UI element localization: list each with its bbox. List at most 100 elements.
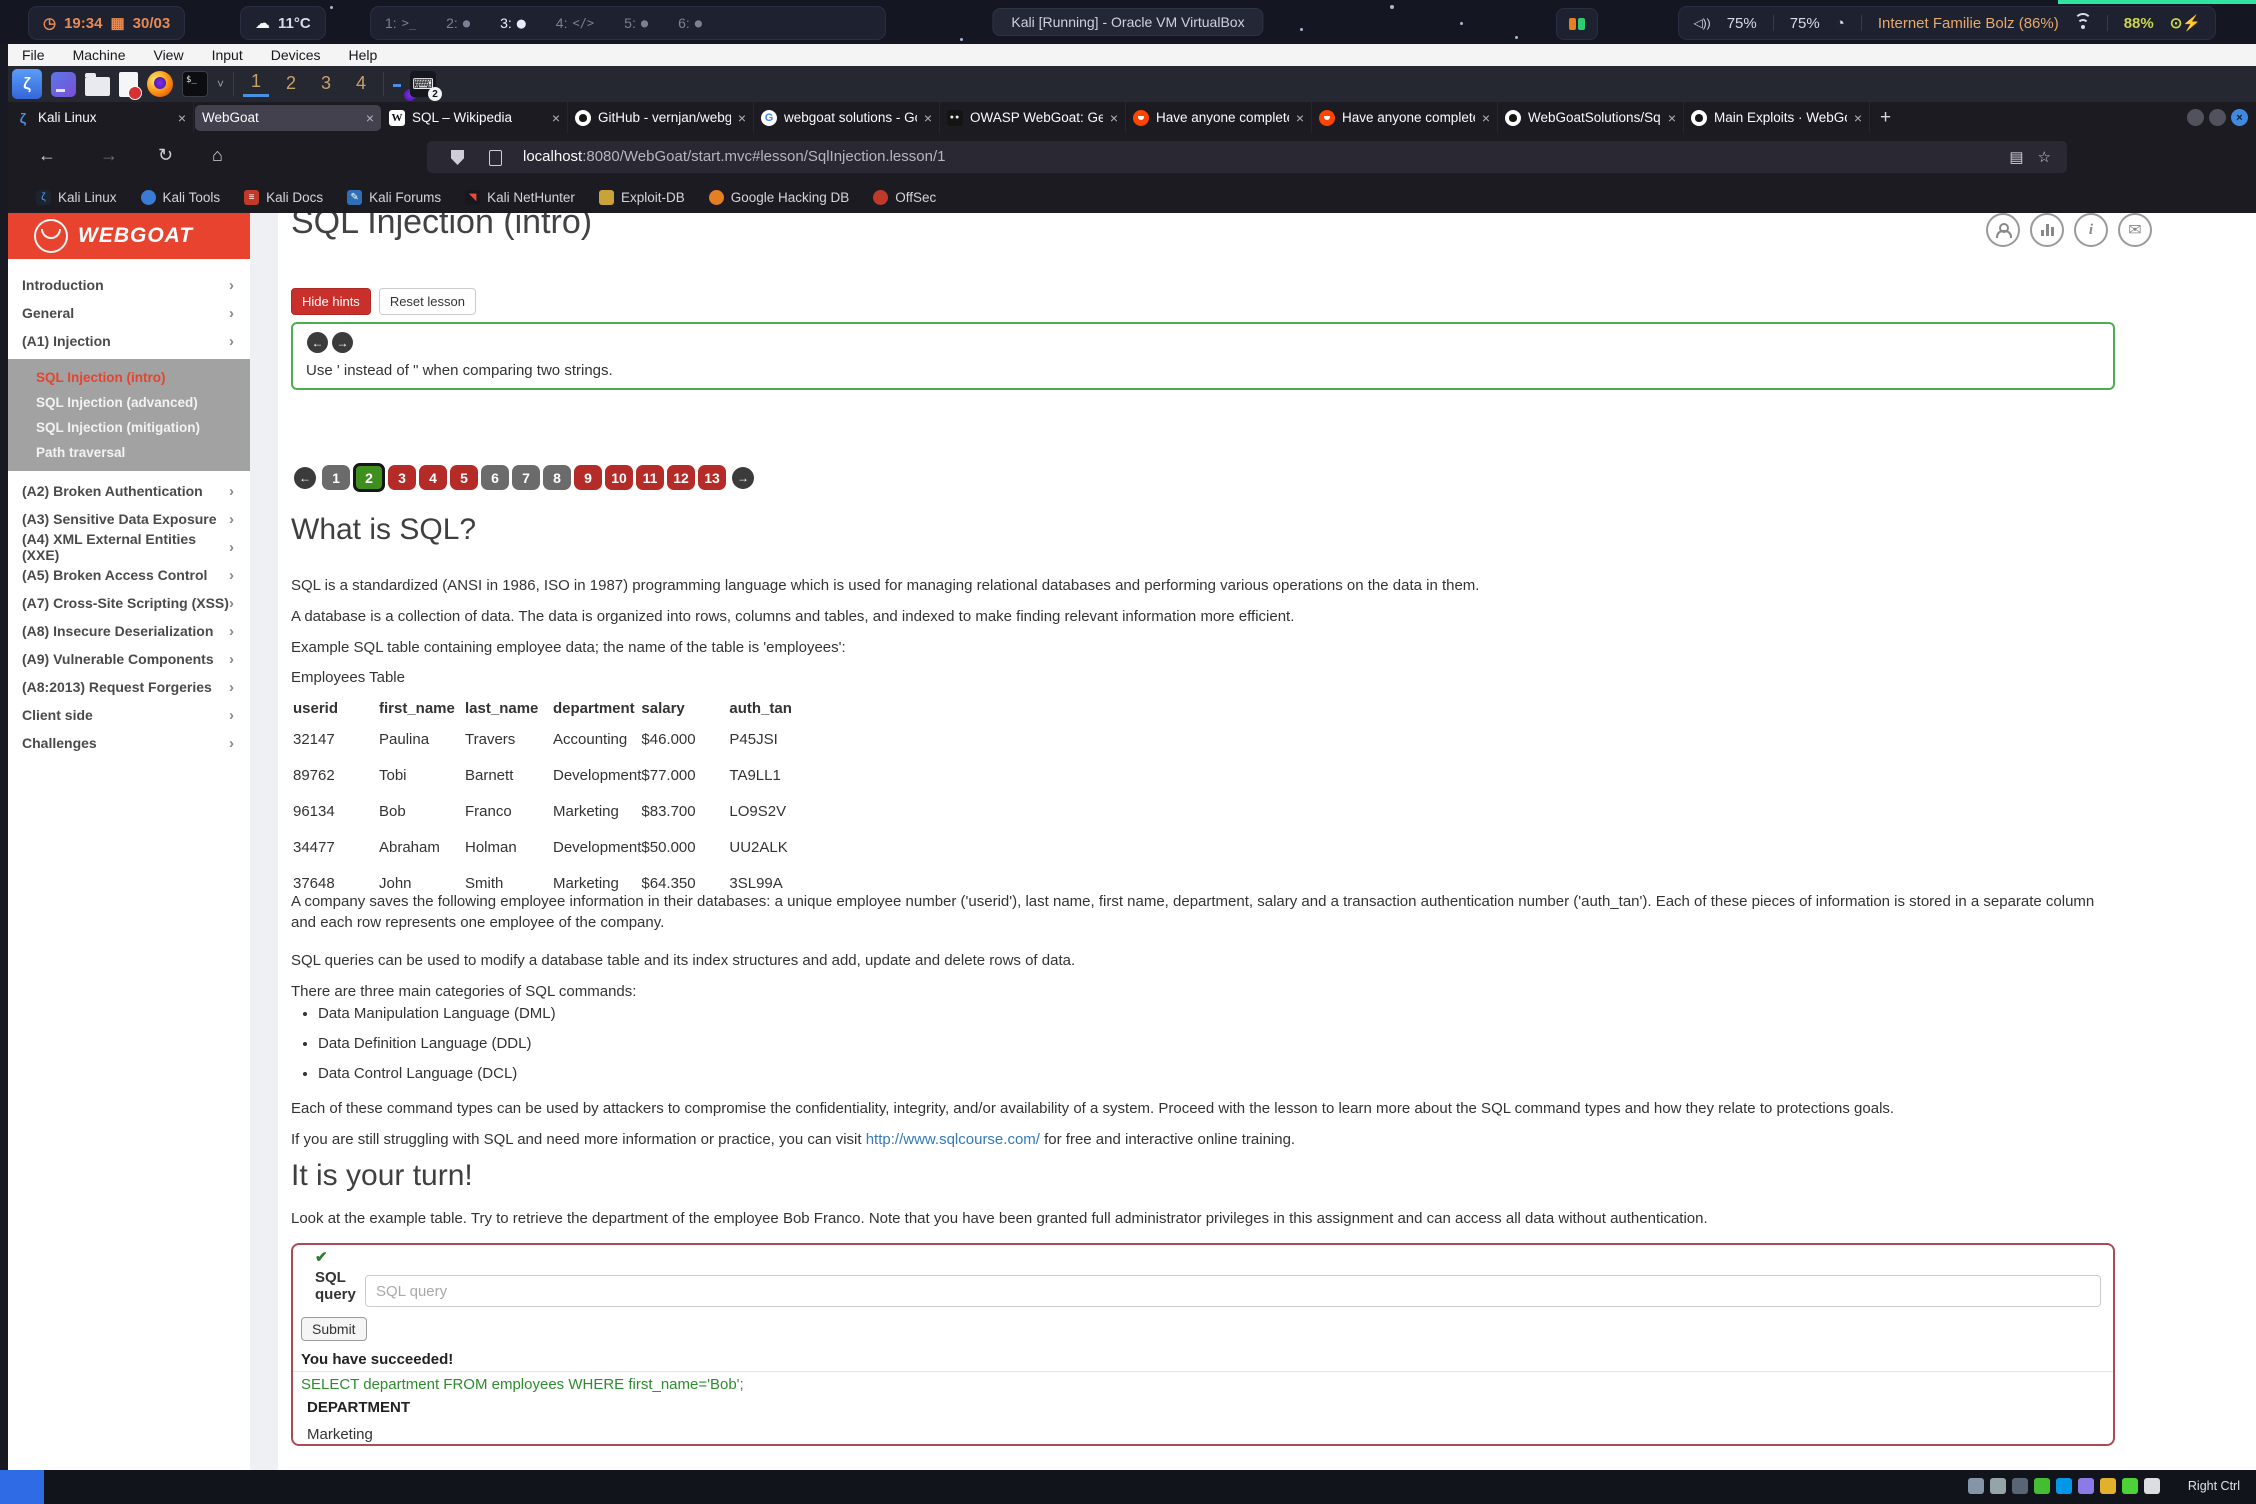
close-icon[interactable]: × [366, 110, 374, 126]
close-icon[interactable]: × [1296, 110, 1304, 126]
usb-icon[interactable] [2056, 1478, 2072, 1494]
forward-icon[interactable]: → [100, 145, 118, 166]
vm-workspace-4[interactable]: 4 [348, 73, 374, 96]
reset-lesson-button[interactable]: Reset lesson [379, 288, 476, 315]
sidebar-item-challenges[interactable]: Challenges› [8, 729, 250, 757]
workspace-1[interactable]: 1: >_ [385, 15, 416, 31]
hide-hints-button[interactable]: Hide hints [291, 288, 371, 315]
tab-google-search[interactable]: G webgoat solutions - Go × [754, 102, 940, 133]
keyboard-app-task[interactable]: ⌨ 2 [410, 71, 436, 97]
address-bar[interactable]: localhost:8080/WebGoat/start.mvc#lesson/… [427, 141, 2067, 173]
sidebar-item-a3-sensitive-data[interactable]: (A3) Sensitive Data Exposure› [8, 505, 250, 533]
close-icon[interactable]: × [178, 110, 186, 126]
workspace-6[interactable]: 6: ● [678, 15, 702, 31]
sql-query-input[interactable] [365, 1275, 2101, 1307]
close-icon[interactable]: × [1482, 110, 1490, 126]
firefox-launcher-icon[interactable] [147, 71, 173, 97]
reload-icon[interactable]: ↻ [158, 145, 173, 166]
mail-icon[interactable]: ✉ [2118, 213, 2152, 247]
tab-sql-wikipedia[interactable]: W SQL – Wikipedia × [382, 102, 568, 133]
bookmark-google-hacking-db[interactable]: Google Hacking DB [709, 190, 850, 205]
kali-menu-button[interactable]: ζ [12, 69, 42, 99]
system-tray[interactable]: ◁)) 75% 75% ◔ Internet Familie Bolz (86%… [1678, 6, 2216, 40]
sidebar-item-sql-injection-advanced[interactable]: SQL Injection (advanced) [8, 390, 250, 415]
url-text[interactable]: localhost:8080/WebGoat/start.mvc#lesson/… [523, 148, 945, 165]
menu-view[interactable]: View [153, 47, 183, 63]
close-icon[interactable]: × [1854, 110, 1862, 126]
workspace-2[interactable]: 2: ● [446, 15, 470, 31]
menu-help[interactable]: Help [349, 47, 378, 63]
home-icon[interactable]: ⌂ [212, 145, 223, 166]
sidebar-item-a4-xxe[interactable]: (A4) XML External Entities (XXE)› [8, 533, 250, 561]
maximize-button[interactable] [2209, 109, 2226, 126]
workspace-4[interactable]: 4: </> [556, 15, 594, 31]
close-icon[interactable]: × [1110, 110, 1118, 126]
new-tab-button[interactable]: + [1880, 107, 1891, 129]
close-icon[interactable]: × [924, 110, 932, 126]
tab-github-exploits[interactable]: Main Exploits · WebGo × [1684, 102, 1870, 133]
bookmark-kali-tools[interactable]: Kali Tools [141, 190, 221, 205]
mouse-integration-icon[interactable] [2144, 1478, 2160, 1494]
close-icon[interactable]: × [1668, 110, 1676, 126]
sidebar-item-a8-insecure-deserialization[interactable]: (A8) Insecure Deserialization› [8, 617, 250, 645]
close-icon[interactable]: × [552, 110, 560, 126]
previous-hint-icon[interactable]: ← [307, 332, 328, 353]
sidebar-item-introduction[interactable]: Introduction› [8, 271, 250, 299]
menu-machine[interactable]: Machine [73, 47, 126, 63]
sidebar-item-sql-injection-mitigation[interactable]: SQL Injection (mitigation) [8, 415, 250, 440]
page-12[interactable]: 12 [667, 465, 695, 490]
page-13[interactable]: 13 [698, 465, 726, 490]
bookmark-kali-nethunter[interactable]: ◥ Kali NetHunter [465, 190, 575, 205]
reader-mode-icon[interactable]: ▤ [2009, 148, 2023, 166]
tab-kali-linux[interactable]: ζ Kali Linux × [8, 102, 194, 133]
optical-disk-icon[interactable] [1990, 1478, 2006, 1494]
page-11[interactable]: 11 [636, 465, 664, 490]
bookmark-kali-linux[interactable]: ζ Kali Linux [36, 190, 117, 205]
sidebar-item-sql-injection-intro[interactable]: SQL Injection (intro) [8, 365, 250, 390]
vm-workspace-2[interactable]: 2 [278, 73, 304, 96]
window-switcher-icon[interactable] [51, 72, 76, 97]
tab-webgoat-active[interactable]: WebGoat × [195, 105, 381, 131]
close-window-button[interactable]: × [2231, 109, 2248, 126]
user-plus-icon[interactable] [1986, 213, 2020, 247]
file-manager-icon[interactable] [85, 77, 110, 96]
sidebar-item-a5-broken-access[interactable]: (A5) Broken Access Control› [8, 561, 250, 589]
next-page-icon[interactable]: → [732, 467, 754, 489]
sidebar-item-a82013-request-forgeries[interactable]: (A8:2013) Request Forgeries› [8, 673, 250, 701]
back-icon[interactable]: ← [38, 145, 56, 166]
weather-widget[interactable]: ☁ 11°C [240, 6, 326, 40]
audio-icon[interactable] [2012, 1478, 2028, 1494]
hard-disk-icon[interactable] [1968, 1478, 1984, 1494]
firefox-running-task[interactable] [393, 81, 401, 87]
systray-app-icon[interactable] [1556, 8, 1598, 40]
document-icon[interactable] [119, 72, 138, 97]
page-3[interactable]: 3 [388, 465, 416, 490]
bookmark-kali-docs[interactable]: ≡ Kali Docs [244, 190, 323, 205]
menu-file[interactable]: File [22, 47, 45, 63]
bookmark-kali-forums[interactable]: ✎ Kali Forums [347, 190, 441, 205]
bookmark-exploit-db[interactable]: Exploit-DB [599, 190, 685, 205]
page-9[interactable]: 9 [574, 465, 602, 490]
shared-folders-icon[interactable] [2078, 1478, 2094, 1494]
next-hint-icon[interactable]: → [332, 332, 353, 353]
workspace-3-active[interactable]: 3: ● [500, 14, 526, 32]
activity-icon[interactable] [2030, 213, 2064, 247]
tab-reddit-thread-2[interactable]: Have anyone completed × [1312, 102, 1498, 133]
display-icon[interactable] [2100, 1478, 2116, 1494]
site-info-icon[interactable] [489, 150, 502, 166]
page-2-current[interactable]: 2 [353, 463, 385, 492]
bookmark-offsec[interactable]: OffSec [873, 190, 936, 205]
sidebar-item-a7-xss[interactable]: (A7) Cross-Site Scripting (XSS)› [8, 589, 250, 617]
sidebar-item-a2-broken-authentication[interactable]: (A2) Broken Authentication› [8, 477, 250, 505]
tab-reddit-thread-1[interactable]: Have anyone completed × [1126, 102, 1312, 133]
sidebar-item-a1-injection[interactable]: (A1) Injection› [8, 327, 250, 355]
close-icon[interactable]: × [738, 110, 746, 126]
sqlcourse-link[interactable]: http://www.sqlcourse.com/ [866, 1131, 1040, 1148]
submit-button[interactable]: Submit [301, 1317, 367, 1341]
tab-github-solutions[interactable]: WebGoatSolutions/Sql × [1498, 102, 1684, 133]
sidebar-item-path-traversal[interactable]: Path traversal [8, 440, 250, 465]
page-1[interactable]: 1 [322, 465, 350, 490]
sidebar-item-a9-vulnerable-components[interactable]: (A9) Vulnerable Components› [8, 645, 250, 673]
bookmark-star-icon[interactable]: ☆ [2038, 148, 2051, 166]
minimize-button[interactable] [2187, 109, 2204, 126]
